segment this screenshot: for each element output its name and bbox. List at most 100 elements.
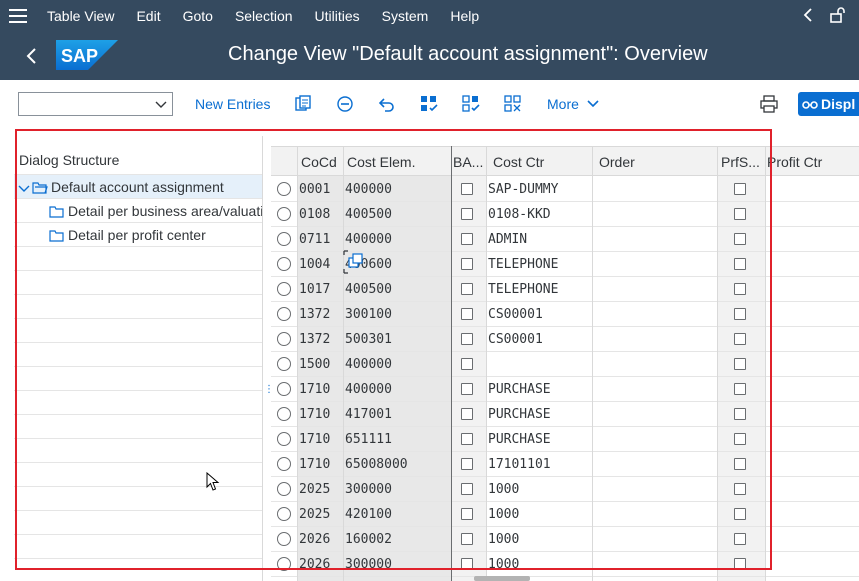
cell-cost-ctr[interactable]: 0108-KKD (488, 207, 551, 222)
cell-cocd[interactable]: 1500 (299, 357, 330, 372)
cell-cost-elem[interactable]: 417001 (345, 407, 392, 422)
delete-icon[interactable] (335, 94, 355, 114)
checkbox-ba[interactable] (461, 533, 473, 545)
cell-cost-ctr[interactable]: 1000 (488, 507, 519, 522)
cell-cocd[interactable]: 1710 (299, 457, 330, 472)
cell-cost-ctr[interactable]: CS00001 (488, 332, 543, 347)
cell-cost-ctr[interactable]: 17101101 (488, 457, 551, 472)
checkbox-ba[interactable] (461, 508, 473, 520)
checkbox-prfs[interactable] (734, 483, 746, 495)
display-button[interactable]: Displ (798, 92, 859, 116)
row-selector-radio[interactable] (277, 382, 291, 396)
checkbox-prfs[interactable] (734, 383, 746, 395)
cell-cocd[interactable]: 1710 (299, 382, 330, 397)
checkbox-ba[interactable] (461, 183, 473, 195)
checkbox-prfs[interactable] (734, 558, 746, 570)
table-row[interactable]: 0711 400000 ADMIN (271, 227, 859, 252)
column-header-prfs[interactable]: PrfS... (721, 154, 760, 170)
cell-cost-elem[interactable]: 300000 (345, 482, 392, 497)
checkbox-prfs[interactable] (734, 183, 746, 195)
cell-cost-elem[interactable]: 420100 (345, 507, 392, 522)
column-header-ba[interactable]: BA... (453, 154, 483, 170)
table-row[interactable]: 1372 300100 CS00001 (271, 302, 859, 327)
menu-utilities[interactable]: Utilities (304, 0, 371, 32)
menu-selection[interactable]: Selection (224, 0, 304, 32)
checkbox-ba[interactable] (461, 258, 473, 270)
deselect-all-icon[interactable] (503, 94, 523, 114)
cell-cost-ctr[interactable]: ADMIN (488, 232, 527, 247)
table-row[interactable]: 1710 417001 PURCHASE (271, 402, 859, 427)
table-row[interactable]: 2026 300000 1000 (271, 552, 859, 577)
row-selector-radio[interactable] (277, 407, 291, 421)
table-row[interactable]: 1372 500301 CS00001 (271, 327, 859, 352)
select-all-icon[interactable] (419, 94, 439, 114)
cell-cost-elem[interactable]: 300000 (345, 557, 392, 572)
row-selector-radio[interactable] (277, 432, 291, 446)
checkbox-ba[interactable] (461, 283, 473, 295)
cell-cocd[interactable]: 2026 (299, 557, 330, 572)
cell-cocd[interactable]: 2026 (299, 532, 330, 547)
checkbox-prfs[interactable] (734, 208, 746, 220)
cell-cost-elem[interactable]: 400000 (345, 232, 392, 247)
tree-item-detail-business-area[interactable]: Detail per business area/valuation (14, 199, 263, 223)
table-row[interactable]: 1710 651111 PURCHASE (271, 427, 859, 452)
checkbox-prfs[interactable] (734, 533, 746, 545)
checkbox-ba[interactable] (461, 408, 473, 420)
row-selector-radio[interactable] (277, 307, 291, 321)
checkbox-prfs[interactable] (734, 508, 746, 520)
back-arrow-icon[interactable] (20, 44, 42, 68)
cell-cost-elem[interactable]: 400000 (345, 357, 392, 372)
cell-cost-ctr[interactable]: 1000 (488, 532, 519, 547)
column-header-cost-elem[interactable]: Cost Elem. (347, 154, 415, 170)
checkbox-ba[interactable] (461, 433, 473, 445)
row-selector-radio[interactable] (277, 282, 291, 296)
cell-cocd[interactable]: 0108 (299, 207, 330, 222)
checkbox-prfs[interactable] (734, 458, 746, 470)
row-selector-radio[interactable] (277, 532, 291, 546)
checkbox-prfs[interactable] (734, 258, 746, 270)
row-selector-radio[interactable] (277, 507, 291, 521)
tree-item-default-account-assignment[interactable]: Default account assignment (14, 175, 263, 199)
cell-cocd[interactable]: 1372 (299, 307, 330, 322)
cell-cost-ctr[interactable]: 1000 (488, 482, 519, 497)
copy-as-icon[interactable] (293, 94, 313, 114)
cell-cost-ctr[interactable]: SAP-DUMMY (488, 182, 558, 197)
table-row[interactable]: 2025 300000 1000 (271, 477, 859, 502)
column-header-profit-ctr[interactable]: Profit Ctr (767, 154, 822, 170)
row-selector-radio[interactable] (277, 457, 291, 471)
hamburger-menu-icon[interactable] (0, 0, 36, 32)
row-selector-radio[interactable] (277, 557, 291, 571)
command-field-select[interactable] (18, 92, 173, 116)
cell-cost-ctr[interactable]: PURCHASE (488, 407, 551, 422)
checkbox-ba[interactable] (461, 233, 473, 245)
column-header-cost-ctr[interactable]: Cost Ctr (493, 154, 544, 170)
checkbox-prfs[interactable] (734, 283, 746, 295)
tree-item-detail-profit-center[interactable]: Detail per profit center (14, 223, 263, 247)
chevron-down-icon[interactable] (18, 181, 30, 197)
menu-edit[interactable]: Edit (125, 0, 171, 32)
checkbox-prfs[interactable] (734, 358, 746, 370)
checkbox-ba[interactable] (461, 333, 473, 345)
cell-cocd[interactable]: 0711 (299, 232, 330, 247)
cell-cocd[interactable]: 1710 (299, 407, 330, 422)
cell-cocd[interactable]: 1372 (299, 332, 330, 347)
row-selector-radio[interactable] (277, 257, 291, 271)
print-icon[interactable] (759, 94, 779, 114)
cell-cost-ctr[interactable]: TELEPHONE (488, 257, 558, 272)
checkbox-ba[interactable] (461, 308, 473, 320)
cell-cost-elem[interactable]: 65008000 (345, 457, 408, 472)
cell-cost-ctr[interactable]: 1000 (488, 557, 519, 572)
table-row[interactable]: 1017 400500 TELEPHONE (271, 277, 859, 302)
select-block-icon[interactable] (461, 94, 481, 114)
new-entries-button[interactable]: New Entries (195, 96, 270, 112)
cell-cocd[interactable]: 0001 (299, 182, 330, 197)
unlock-icon[interactable] (829, 6, 845, 26)
cell-cost-ctr[interactable]: TELEPHONE (488, 282, 558, 297)
checkbox-ba[interactable] (461, 358, 473, 370)
column-header-order[interactable]: Order (599, 154, 635, 170)
table-row[interactable]: 0108 400500 0108-KKD (271, 202, 859, 227)
row-selector-radio[interactable] (277, 332, 291, 346)
cell-cost-elem[interactable]: 400500 (345, 282, 392, 297)
menu-table-view[interactable]: Table View (36, 0, 125, 32)
cell-cocd[interactable]: 2025 (299, 507, 330, 522)
